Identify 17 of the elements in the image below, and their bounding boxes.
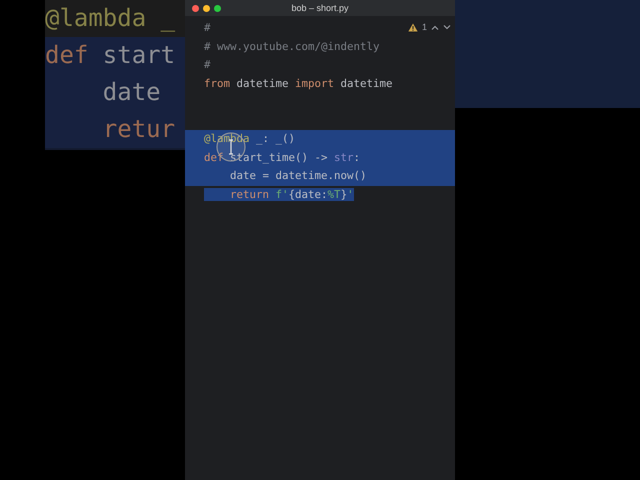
code-line: date = datetime.now() (229, 169, 367, 182)
warning-icon[interactable] (408, 22, 418, 32)
minimize-icon[interactable] (203, 4, 210, 12)
zoom-icon[interactable] (214, 4, 221, 12)
code-line: @lambda _ (45, 4, 176, 32)
code-line: # (204, 58, 211, 71)
code-line: date (102, 78, 161, 106)
code-line: retur (102, 115, 176, 143)
code-line: # (204, 21, 211, 34)
code-line: def start (45, 41, 176, 69)
window-title: bob – short.py (291, 2, 349, 15)
code-line: from datetime import datetime (204, 76, 393, 90)
warning-count: 1 (422, 22, 427, 32)
caret-down-icon[interactable] (443, 24, 451, 30)
caret-up-icon[interactable] (431, 24, 439, 30)
close-icon[interactable] (192, 4, 199, 12)
code-line: # www.youtube.com/@indently (204, 40, 380, 52)
